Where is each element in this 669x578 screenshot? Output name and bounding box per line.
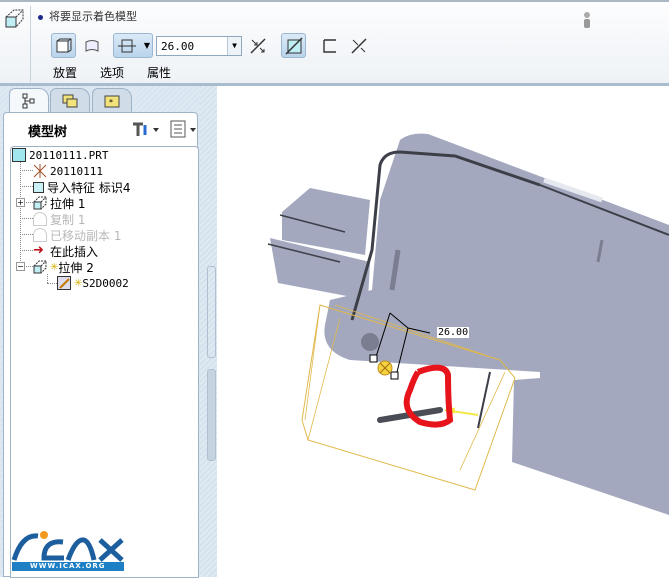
tree-item-insert-here[interactable]: ➜ 在此插入 — [33, 243, 98, 259]
thicken-sketch-button[interactable] — [316, 33, 341, 58]
new-feature-star-icon: ✳ — [74, 277, 83, 289]
tab-model-tree[interactable] — [9, 88, 49, 112]
svg-text:*: * — [109, 98, 113, 107]
graphics-viewport[interactable]: 26.00 — [217, 86, 669, 577]
model-tree-title: 模型树 — [28, 125, 68, 140]
thicken-icon — [322, 38, 336, 53]
extrude-feature-icon — [5, 9, 24, 28]
tree-item-extrude-1[interactable]: 拉伸 1 — [33, 195, 85, 211]
tab-placement[interactable]: 放置 — [53, 64, 77, 81]
favorites-folder-icon: * — [104, 95, 120, 107]
depth-value-input[interactable]: 26.00 ▼ — [156, 36, 242, 56]
sketch-icon — [57, 276, 71, 290]
icax-logo: WWW.ICAX.ORG — [8, 528, 126, 574]
flip-icon — [249, 37, 266, 54]
copy-icon — [33, 212, 47, 226]
flip-direction-button[interactable] — [245, 33, 270, 58]
flip-icon — [350, 37, 367, 54]
tree-item-copy-1[interactable]: 复制 1 — [33, 211, 85, 227]
tab-options[interactable]: 选项 — [100, 64, 124, 81]
tree-item-extrude-2[interactable]: ✳ 拉伸 2 — [33, 259, 94, 275]
tab-favorites[interactable]: * — [92, 88, 132, 112]
collapse-toggle[interactable]: − — [16, 262, 25, 271]
extrude-icon — [33, 196, 47, 210]
tree-item-csys[interactable]: 20110111 — [33, 163, 103, 179]
panel-splitter[interactable] — [200, 86, 217, 577]
insert-arrow-icon: ➜ — [33, 243, 44, 258]
remove-material-button[interactable] — [281, 33, 306, 58]
moved-copy-icon — [33, 228, 47, 242]
red-annotation-mark — [403, 364, 454, 428]
tree-item-sketch[interactable]: ✳ S2D0002 — [57, 275, 129, 291]
tree-item-import-feature[interactable]: 导入特征 标识4 — [33, 179, 130, 195]
settings-tools-icon[interactable] — [131, 121, 161, 137]
model-tree-icon — [22, 93, 35, 108]
chevron-down-icon[interactable]: ▼ — [227, 37, 241, 55]
drag-handle[interactable] — [369, 354, 378, 363]
extrude-icon — [33, 260, 47, 274]
import-feature-icon — [33, 181, 44, 193]
pause-feature-icon[interactable] — [581, 10, 593, 30]
sphere-feature — [361, 333, 379, 351]
flip-thicken-button[interactable] — [346, 33, 371, 58]
splitter-grip[interactable] — [207, 266, 216, 358]
tree-item-part[interactable]: 20110111.PRT — [12, 147, 108, 163]
part-icon — [12, 148, 26, 162]
chevron-down-icon: ▼ — [143, 41, 150, 50]
depth-option-dropdown[interactable]: ▼ — [113, 33, 153, 58]
coordinate-system-icon — [33, 164, 47, 178]
model-tree: 20110111.PRT 20110111 导入特征 标识4 + 拉伸 1 复制… — [10, 146, 199, 578]
show-options-icon[interactable] — [170, 120, 198, 138]
remove-material-icon — [284, 36, 303, 55]
blind-depth-icon — [118, 39, 136, 52]
expand-toggle[interactable]: + — [16, 198, 25, 207]
tree-item-moved-copy-1[interactable]: 已移动副本 1 — [33, 227, 121, 243]
splitter-grip[interactable] — [207, 369, 216, 461]
model-tree-panel: 模型树 20110111.PRT 20110111 导入特征 标识4 + 拉伸 … — [3, 112, 199, 578]
navigator-panel: * 模型树 20110111.PRT 20110111 导入特征 标识4 + 拉… — [0, 86, 200, 578]
surface-extrude-button[interactable] — [79, 33, 104, 58]
folders-icon — [62, 94, 78, 107]
surface-icon — [85, 39, 98, 52]
solid-extrude-button[interactable] — [51, 33, 76, 58]
tab-folder-browser[interactable] — [50, 88, 90, 112]
drag-handle[interactable] — [390, 371, 399, 380]
feature-dashboard: 将要显示着色模型 ▼ 26.00 ▼ 放置 选项 属性 — [0, 0, 669, 86]
tab-properties[interactable]: 属性 — [147, 64, 171, 81]
bullet-icon — [38, 14, 43, 20]
toolbar-divider — [30, 6, 31, 82]
solid-icon — [56, 38, 71, 52]
new-feature-star-icon: ✳ — [50, 261, 59, 273]
dimension-label[interactable]: 26.00 — [437, 327, 470, 338]
status-message: 将要显示着色模型 — [38, 8, 137, 24]
